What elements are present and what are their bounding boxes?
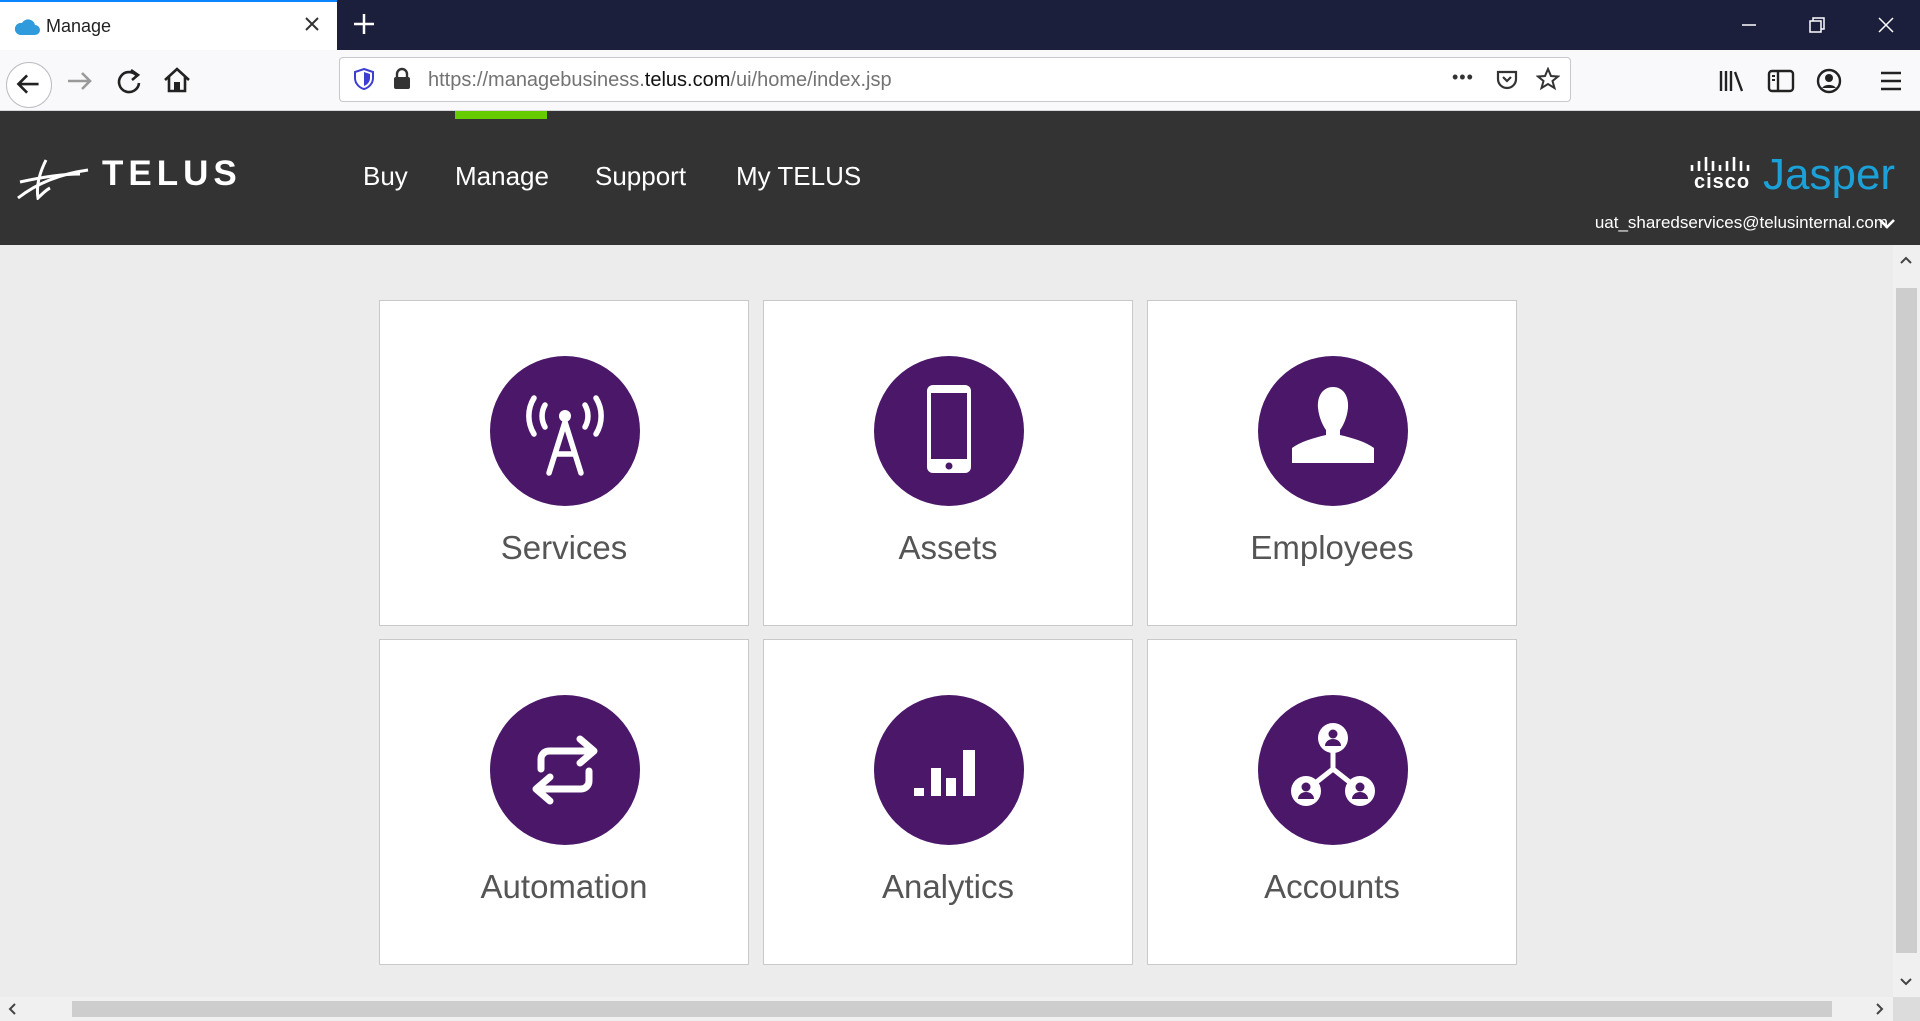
tile-employees[interactable]: Employees	[1147, 300, 1517, 626]
user-email[interactable]: uat_sharedservices@telusinternal.com	[1595, 213, 1888, 233]
antenna-icon	[526, 395, 604, 476]
tile-label: Accounts	[1264, 868, 1400, 905]
restore-window-icon[interactable]	[1804, 12, 1830, 38]
sidebar-icon[interactable]	[1764, 64, 1798, 98]
bookmark-star-icon[interactable]	[1536, 67, 1560, 91]
dashboard-content: Services Assets Employees Automation Ana…	[0, 245, 1893, 997]
tile-label: Employees	[1250, 529, 1414, 566]
telus-wordmark: TELUS	[102, 154, 242, 193]
analytics-icon-circle	[874, 695, 1024, 845]
home-icon[interactable]	[160, 63, 194, 97]
minimize-window-icon[interactable]	[1736, 12, 1762, 38]
pocket-icon[interactable]	[1495, 68, 1519, 92]
active-nav-indicator	[455, 111, 547, 119]
chevron-down-icon[interactable]	[1878, 217, 1896, 231]
bar-chart-icon	[914, 750, 975, 796]
tile-analytics[interactable]: Analytics	[763, 639, 1133, 965]
services-icon-circle	[490, 356, 640, 506]
assets-icon-circle	[874, 356, 1024, 506]
account-icon[interactable]	[1812, 64, 1846, 98]
nav-buy[interactable]: Buy	[363, 161, 408, 192]
reload-icon[interactable]	[112, 64, 146, 98]
url-bar[interactable]: https://managebusiness.telus.com/ui/home…	[339, 57, 1571, 102]
tracking-protection-icon[interactable]	[352, 67, 376, 91]
telus-swoosh-icon	[17, 159, 89, 200]
browser-tab[interactable]: Manage	[0, 0, 337, 50]
tile-services[interactable]: Services	[379, 300, 749, 626]
new-tab-icon[interactable]	[350, 10, 378, 38]
tile-automation[interactable]: Automation	[379, 639, 749, 965]
smartphone-icon	[927, 385, 971, 473]
account-network-icon	[1291, 723, 1375, 806]
tab-title: Manage	[46, 16, 112, 36]
cloud-icon	[14, 19, 40, 35]
tile-accounts[interactable]: Accounts	[1147, 639, 1517, 965]
browser-tab-strip: Manage	[0, 0, 1920, 50]
person-icon	[1292, 387, 1374, 463]
accounts-icon-circle	[1258, 695, 1408, 845]
tile-label: Services	[500, 529, 628, 566]
scroll-down-icon[interactable]	[1898, 974, 1914, 990]
jasper-wordmark: Jasper	[1763, 150, 1896, 199]
close-window-icon[interactable]	[1873, 12, 1899, 38]
vertical-scroll-thumb[interactable]	[1896, 288, 1917, 953]
cisco-wordmark: cisco	[1694, 171, 1751, 193]
scroll-right-icon[interactable]	[1872, 1001, 1888, 1017]
tile-assets[interactable]: Assets	[763, 300, 1133, 626]
page-actions-button[interactable]: •••	[1452, 67, 1474, 88]
url-text[interactable]: https://managebusiness.telus.com/ui/home…	[428, 69, 892, 92]
library-icon[interactable]	[1715, 64, 1749, 98]
back-arrow-icon	[16, 74, 39, 94]
back-button[interactable]	[6, 62, 52, 108]
tile-label: Automation	[480, 868, 648, 905]
scroll-left-icon[interactable]	[4, 1001, 20, 1017]
horizontal-scroll-thumb[interactable]	[72, 1001, 1832, 1017]
nav-support[interactable]: Support	[595, 161, 686, 192]
exchange-arrows-icon	[532, 735, 598, 805]
forward-arrow-icon[interactable]	[63, 64, 97, 98]
lock-icon[interactable]	[390, 67, 414, 91]
close-tab-icon[interactable]	[301, 13, 323, 35]
nav-my-telus[interactable]: My TELUS	[736, 161, 861, 192]
scrollbar-corner	[1893, 997, 1920, 1021]
tile-label: Assets	[898, 529, 998, 566]
employees-icon-circle	[1258, 356, 1408, 506]
tile-label: Analytics	[881, 868, 1015, 905]
scroll-up-icon[interactable]	[1898, 252, 1914, 268]
automation-icon-circle	[490, 695, 640, 845]
nav-manage[interactable]: Manage	[455, 161, 549, 192]
menu-icon[interactable]	[1874, 64, 1908, 98]
